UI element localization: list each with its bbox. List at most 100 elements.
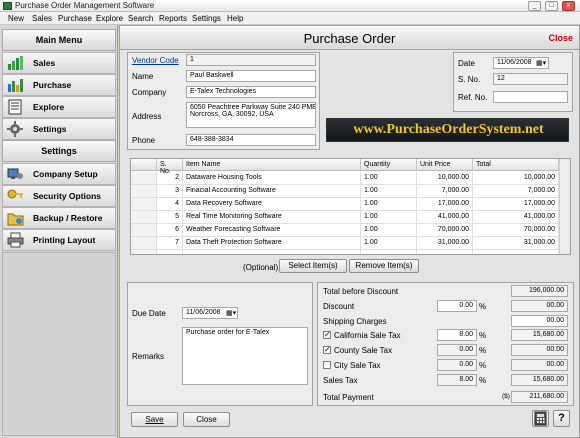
calendar-dropdown-icon[interactable]: ▦▾ [536, 59, 546, 67]
cell-sno[interactable] [157, 250, 183, 254]
cell-sno[interactable]: 6 [157, 224, 183, 237]
sidebar-item-explore[interactable]: Explore [2, 96, 116, 118]
sidebar-item-security-options[interactable]: Security Options [2, 185, 116, 207]
cell-quantity[interactable]: 1.00 [361, 198, 417, 211]
cell-total[interactable]: 31,000.00 [473, 237, 559, 250]
settings-header: Settings [2, 140, 116, 162]
date-label: Date [458, 59, 475, 68]
row-selector[interactable] [131, 250, 157, 254]
cell-unit-price[interactable]: 7,000.00 [417, 185, 473, 198]
city-tax-checkbox[interactable] [323, 361, 331, 369]
cell-total[interactable]: 10,000.00 [473, 172, 559, 185]
remove-items-button[interactable]: Remove Item(s) [349, 259, 419, 273]
cell-item-name[interactable]: Data Theft Protection Software [183, 237, 361, 250]
cell-total[interactable]: 70,000.00 [473, 224, 559, 237]
cell-total[interactable] [473, 250, 559, 254]
menu-explore[interactable]: Explore [96, 14, 123, 23]
row-selector[interactable] [131, 224, 157, 237]
cell-item-name[interactable]: Data Recovery Software [183, 198, 361, 211]
row-selector[interactable] [131, 237, 157, 250]
phone-field[interactable]: 648-388-3834 [186, 134, 316, 146]
cell-sno[interactable]: 2 [157, 172, 183, 185]
vendor-code-link[interactable]: Vendor Code [132, 56, 179, 65]
menu-purchase[interactable]: Purchase [58, 14, 92, 23]
printer-icon [7, 232, 24, 248]
table-scrollbar[interactable] [559, 159, 570, 254]
items-table[interactable]: S. No. Item Name Quantity Unit Price Tot… [130, 158, 571, 255]
menu-new[interactable]: New [8, 14, 24, 23]
sidebar-item-backup-restore[interactable]: Backup / Restore [2, 207, 116, 229]
row-selector[interactable] [131, 211, 157, 224]
menu-reports[interactable]: Reports [159, 14, 187, 23]
city-tax-value: 00.00 [511, 359, 568, 371]
california-tax-percent[interactable]: 8.00 [437, 329, 477, 341]
cell-quantity[interactable]: 1.00 [361, 224, 417, 237]
address-field[interactable]: 6050 Peachtree Parkway Suite 240 PMB, No… [186, 102, 316, 128]
cell-quantity[interactable] [361, 250, 417, 254]
menu-settings[interactable]: Settings [192, 14, 221, 23]
county-tax-checkbox[interactable] [323, 345, 331, 354]
close-button[interactable]: Close [183, 412, 230, 427]
row-selector[interactable] [131, 172, 157, 185]
name-field[interactable]: Paul Baskwell [186, 70, 316, 82]
cell-unit-price[interactable]: 17,000.00 [417, 198, 473, 211]
cell-quantity[interactable]: 1.00 [361, 237, 417, 250]
menu-help[interactable]: Help [227, 14, 243, 23]
row-selector[interactable] [131, 185, 157, 198]
sidebar-item-sales[interactable]: Sales [2, 52, 116, 74]
cell-sno[interactable]: 4 [157, 198, 183, 211]
menu-sales[interactable]: Sales [32, 14, 52, 23]
close-window-button[interactable]: x [562, 1, 575, 11]
minimize-button[interactable]: _ [528, 1, 541, 11]
cell-sno[interactable]: 5 [157, 211, 183, 224]
calendar-dropdown-icon[interactable]: ▦▾ [226, 309, 236, 317]
cell-total[interactable]: 41,000.00 [473, 211, 559, 224]
cell-unit-price[interactable]: 31,000.00 [417, 237, 473, 250]
select-items-button[interactable]: Select Item(s) [279, 259, 347, 273]
cell-unit-price[interactable] [417, 250, 473, 254]
row-selector[interactable] [131, 198, 157, 211]
close-link[interactable]: Close [548, 33, 573, 43]
cell-item-name[interactable]: Weather Forecasting Software [183, 224, 361, 237]
cell-sno[interactable]: 3 [157, 185, 183, 198]
cell-quantity[interactable]: 1.00 [361, 211, 417, 224]
cell-total[interactable]: 7,000.00 [473, 185, 559, 198]
sidebar-item-label: Security Options [33, 191, 102, 201]
help-button[interactable]: ? [553, 410, 570, 427]
col-header-quantity[interactable]: Quantity [361, 159, 417, 171]
sidebar-item-printing-layout[interactable]: Printing Layout [2, 229, 116, 251]
cell-item-name[interactable]: Finacial Accounting Software [183, 185, 361, 198]
total-payment-value: 211,680.00 [511, 391, 568, 403]
cell-sno[interactable]: 7 [157, 237, 183, 250]
sidebar-item-settings[interactable]: Settings [2, 118, 116, 140]
col-header-total[interactable]: Total [473, 159, 559, 171]
cell-quantity[interactable]: 1.00 [361, 172, 417, 185]
menu-search[interactable]: Search [128, 14, 153, 23]
discount-percent-field[interactable]: 0.00 [437, 300, 477, 312]
calculator-button[interactable] [532, 410, 549, 427]
gear-icon [7, 121, 23, 137]
cell-unit-price[interactable]: 10,000.00 [417, 172, 473, 185]
refno-field[interactable] [493, 91, 568, 103]
cell-item-name[interactable] [183, 250, 361, 254]
cell-unit-price[interactable]: 70,000.00 [417, 224, 473, 237]
cell-quantity[interactable]: 1.00 [361, 185, 417, 198]
save-button[interactable]: Save [131, 412, 178, 427]
company-field[interactable]: E-Talex Technologies [186, 86, 316, 98]
remarks-textarea[interactable]: Purchase order for E-Talex [182, 327, 308, 385]
col-header-item-name[interactable]: Item Name [183, 159, 361, 171]
maximize-button[interactable]: □ [545, 1, 558, 11]
shipping-field[interactable]: 00.00 [511, 315, 568, 327]
sidebar-item-company-setup[interactable]: Company Setup [2, 163, 116, 185]
col-header-unit-price[interactable]: Unit Price [417, 159, 473, 171]
cell-total[interactable]: 17,000.00 [473, 198, 559, 211]
col-header-sno[interactable]: S. No. [157, 159, 183, 175]
california-tax-checkbox[interactable] [323, 330, 331, 339]
city-tax-percent[interactable]: 0.00 [437, 359, 477, 371]
purchase-order-form: Purchase Order Close Vendor Code 1 Name … [119, 25, 580, 438]
cell-item-name[interactable]: Dataware Housing Tools [183, 172, 361, 185]
cell-item-name[interactable]: Real Time Monitoring Software [183, 211, 361, 224]
cell-unit-price[interactable]: 41,000.00 [417, 211, 473, 224]
county-tax-percent[interactable]: 0.00 [437, 344, 477, 356]
sidebar-item-purchase[interactable]: Purchase [2, 74, 116, 96]
